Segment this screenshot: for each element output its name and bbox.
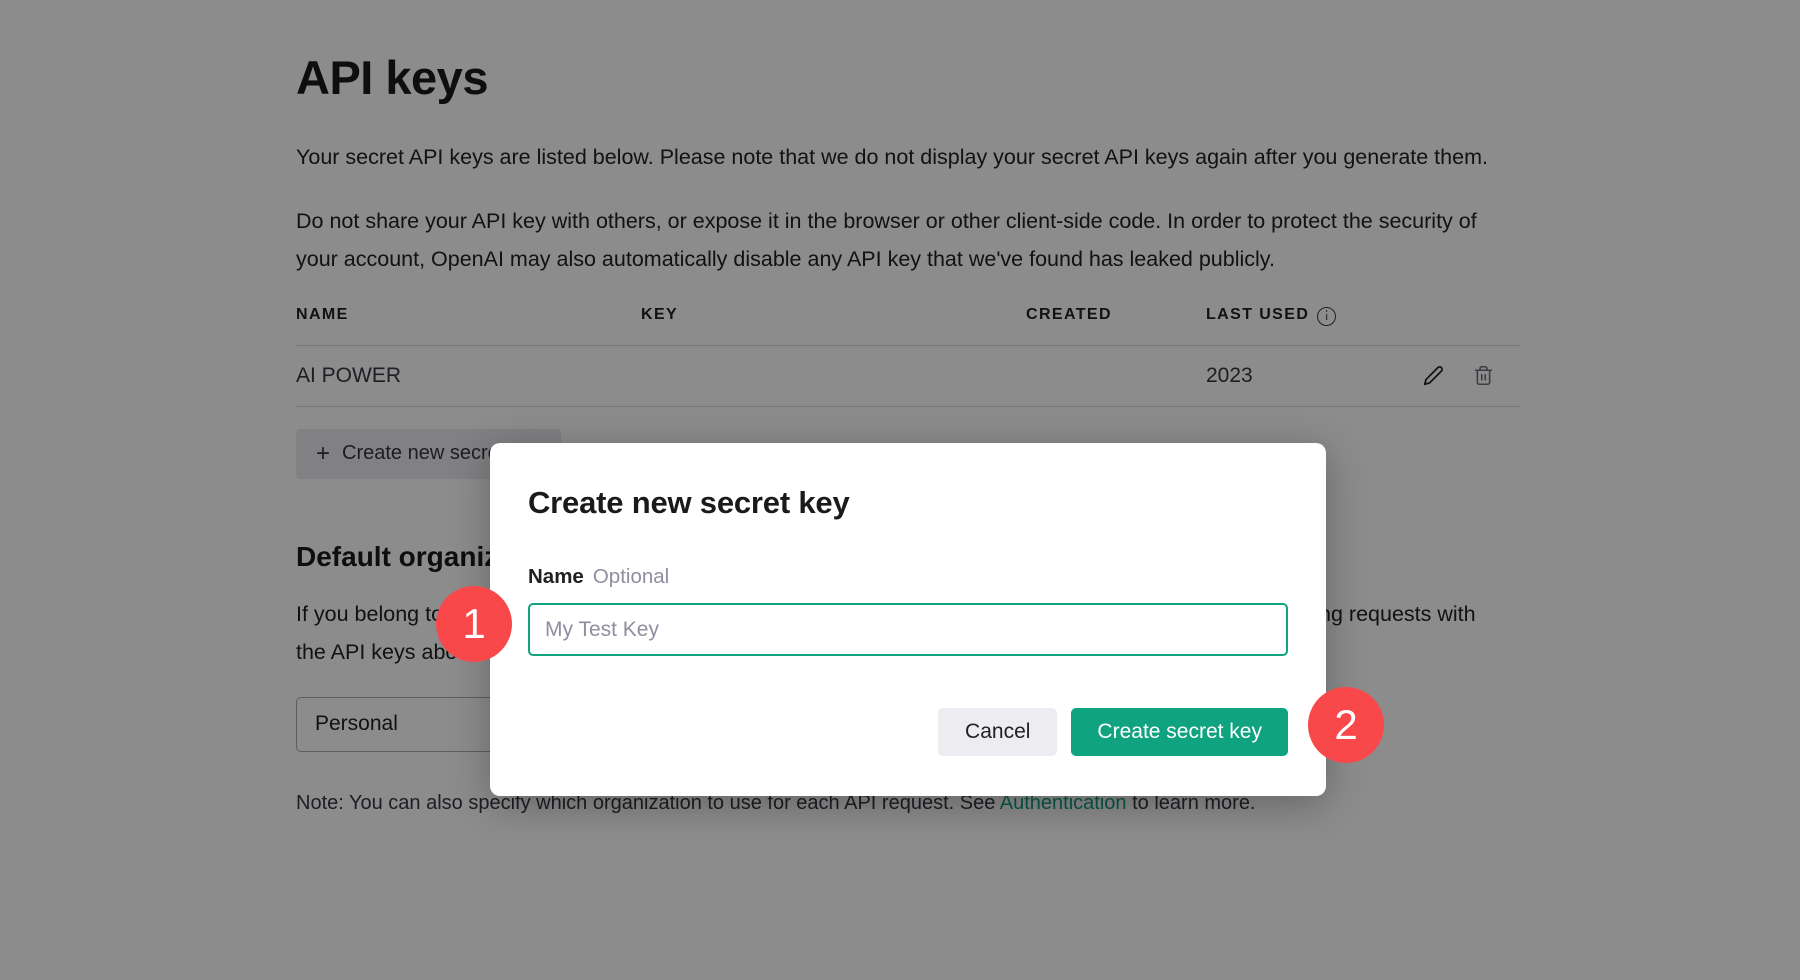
create-secret-key-modal: Create new secret key Name Optional Cance… — [490, 443, 1326, 796]
name-field-label: Name Optional — [528, 565, 1288, 589]
modal-title: Create new secret key — [528, 485, 850, 520]
api-keys-page: API keys Your secret API keys are listed… — [0, 0, 1800, 980]
create-secret-key-submit-button[interactable]: Create secret key — [1071, 708, 1288, 756]
name-field-optional-text: Optional — [592, 565, 670, 588]
cancel-button[interactable]: Cancel — [938, 708, 1058, 756]
name-field-label-text: Name — [528, 565, 584, 588]
modal-action-bar: Cancel Create secret key — [528, 708, 1288, 756]
secret-key-name-input[interactable] — [528, 603, 1288, 656]
step-badge-1: 1 — [436, 586, 512, 662]
step-badge-2: 2 — [1308, 687, 1384, 763]
